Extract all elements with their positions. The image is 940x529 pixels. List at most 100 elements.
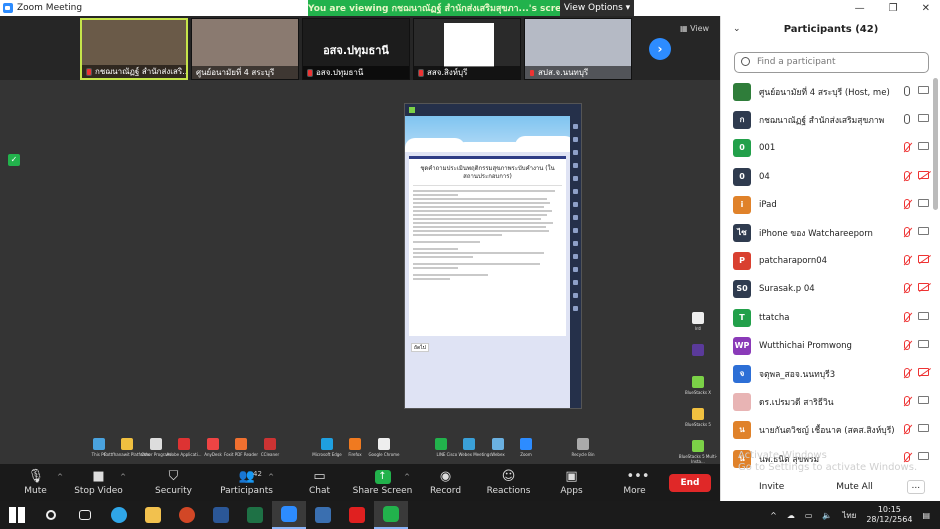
- invite-button[interactable]: Invite: [759, 482, 784, 492]
- muted-mic-icon[interactable]: [904, 367, 910, 378]
- chat-button[interactable]: ▭ Chat: [288, 469, 351, 496]
- taskbar-word[interactable]: [204, 501, 238, 529]
- search-button[interactable]: [34, 501, 68, 529]
- taskbar-edge[interactable]: [102, 501, 136, 529]
- video-thumbnail[interactable]: กชฌนาณัฏฐ์ สำนักส่งเสริ...: [80, 18, 188, 80]
- video-thumbnail[interactable]: อสจ.ปทุมธานี อสจ.ปทุมธานี: [302, 18, 410, 80]
- next-thumbnails-button[interactable]: ›: [649, 38, 671, 60]
- taskbar-line[interactable]: [374, 501, 408, 529]
- video-thumbnail[interactable]: ศูนย์อนามัยที่ 4 สระบุรี: [191, 18, 299, 80]
- scrollbar[interactable]: [933, 78, 938, 210]
- video-thumbnail[interactable]: สปส.จ.นนทบุรี: [524, 18, 632, 80]
- maximize-icon[interactable]: ❐: [889, 3, 898, 14]
- microphone-icon[interactable]: [904, 114, 910, 125]
- chevron-up-icon[interactable]: ^: [120, 473, 126, 481]
- participant-row[interactable]: Ppatcharaporn04: [721, 247, 933, 275]
- video-off-icon[interactable]: [918, 283, 929, 292]
- minimize-icon[interactable]: —: [855, 3, 865, 14]
- video-off-icon[interactable]: [918, 170, 929, 179]
- muted-mic-icon[interactable]: [904, 142, 910, 153]
- language-indicator[interactable]: ไทย: [842, 509, 856, 522]
- participant-row[interactable]: S0 Surasak.p 04: [721, 275, 933, 303]
- reactions-button[interactable]: ☺ Reactions: [477, 469, 540, 496]
- stop-video-button[interactable]: ■ Stop Video ^: [67, 469, 130, 496]
- video-camera-icon[interactable]: [918, 198, 929, 207]
- cloud-icon[interactable]: ☁: [787, 511, 795, 520]
- desktop-icon[interactable]: Google Chrome: [361, 438, 407, 457]
- video-camera-icon[interactable]: [918, 114, 929, 123]
- notification-icon[interactable]: ▤: [922, 511, 930, 520]
- close-icon[interactable]: ✕: [922, 3, 930, 14]
- muted-mic-icon[interactable]: [904, 424, 910, 435]
- taskbar-app[interactable]: [306, 501, 340, 529]
- muted-mic-icon[interactable]: [904, 283, 910, 294]
- record-button[interactable]: ◉ Record: [414, 469, 477, 496]
- participant-row[interactable]: WP Wutthichai Promwong: [721, 332, 933, 360]
- participant-row[interactable]: ไซ iPhone ของ Watchareeporn: [721, 219, 933, 247]
- more-options-button[interactable]: ...: [906, 480, 925, 494]
- speaker-icon[interactable]: 🔈: [822, 511, 832, 520]
- desktop-icon[interactable]: BlueStacks X: [675, 376, 721, 395]
- taskbar-explorer[interactable]: [136, 501, 170, 529]
- muted-mic-icon[interactable]: [904, 255, 910, 266]
- desktop-icon[interactable]: Recycle Bin: [560, 438, 606, 457]
- mute-button[interactable]: 🎙 Mute ^: [4, 469, 67, 496]
- taskbar-excel[interactable]: [238, 501, 272, 529]
- participant-row[interactable]: น นายกันตวิชญ์ เชื้อนาค (สคส.สิงห์บุรี): [721, 416, 933, 444]
- muted-mic-icon[interactable]: [904, 170, 910, 181]
- video-camera-icon[interactable]: [918, 396, 929, 405]
- taskbar-acrobat[interactable]: [340, 501, 374, 529]
- participant-row[interactable]: ดร.เปรมวดี สาริธีวิน: [721, 388, 933, 416]
- clock[interactable]: 10:15 28/12/2564: [866, 505, 912, 525]
- microphone-icon[interactable]: [904, 86, 910, 96]
- video-camera-icon[interactable]: [918, 86, 929, 94]
- muted-mic-icon[interactable]: [904, 226, 910, 237]
- task-view-button[interactable]: [68, 501, 102, 529]
- video-thumbnail[interactable]: สสจ.สิงห์บุรี: [413, 18, 521, 80]
- desktop-icon[interactable]: BlueStacks 5: [675, 408, 721, 427]
- desktop-icon[interactable]: Intl: [675, 312, 721, 331]
- start-button[interactable]: [0, 501, 34, 529]
- participant-row[interactable]: จ จตุพล_สอจ.นนทบุรี3: [721, 360, 933, 388]
- share-screen-button[interactable]: ↑ Share Screen ^: [351, 469, 414, 496]
- video-off-icon[interactable]: [918, 367, 929, 376]
- participant-row[interactable]: ก กชฌนาณัฏฐ์ สำนักส่งเสริมสุขภาพ: [721, 106, 933, 134]
- video-camera-icon[interactable]: [918, 226, 929, 235]
- video-camera-icon[interactable]: [918, 339, 929, 348]
- view-options-button[interactable]: View Options ▾: [560, 0, 634, 16]
- participant-row[interactable]: ศูนย์อนามัยที่ 4 สระบุรี (Host, me): [721, 78, 933, 106]
- video-camera-icon[interactable]: [918, 452, 929, 461]
- participant-row[interactable]: 0 001: [721, 134, 933, 162]
- chevron-up-icon[interactable]: ^: [404, 473, 410, 481]
- muted-mic-icon[interactable]: [904, 198, 910, 209]
- security-button[interactable]: ⛉ Security: [142, 469, 205, 496]
- muted-mic-icon[interactable]: [904, 311, 910, 322]
- participant-row[interactable]: i iPad: [721, 191, 933, 219]
- search-input[interactable]: Find a participant: [734, 52, 929, 73]
- mute-all-button[interactable]: Mute All: [836, 482, 873, 492]
- next-button[interactable]: ถัดไป: [411, 343, 429, 352]
- network-icon[interactable]: ▭: [805, 511, 813, 520]
- chevron-up-icon[interactable]: ^: [57, 473, 63, 481]
- desktop-icon[interactable]: CCleaner: [247, 438, 293, 457]
- participant-row[interactable]: Tttatcha: [721, 304, 933, 332]
- apps-button[interactable]: ▣ Apps: [540, 469, 603, 496]
- chevron-up-icon[interactable]: ^: [268, 473, 274, 481]
- desktop-icon[interactable]: [675, 344, 721, 358]
- more-button[interactable]: ••• More: [603, 469, 666, 496]
- muted-mic-icon[interactable]: [904, 339, 910, 350]
- taskbar-powerpoint[interactable]: [170, 501, 204, 529]
- chevron-up-icon[interactable]: ^: [770, 511, 777, 520]
- participants-button[interactable]: 👥 42 Participants ^: [215, 469, 278, 496]
- view-button[interactable]: ▦ View: [680, 24, 709, 33]
- video-camera-icon[interactable]: [918, 142, 929, 151]
- desktop-icon[interactable]: BlueStacks 5 Multi-Insta...: [675, 440, 721, 464]
- desktop-icon[interactable]: Zoom: [503, 438, 549, 457]
- video-camera-icon[interactable]: [918, 424, 929, 433]
- taskbar-zoom[interactable]: [272, 501, 306, 529]
- video-camera-icon[interactable]: [918, 311, 929, 320]
- participant-row[interactable]: 0 04: [721, 163, 933, 191]
- end-meeting-button[interactable]: End: [669, 474, 711, 492]
- video-off-icon[interactable]: [918, 255, 929, 264]
- muted-mic-icon[interactable]: [904, 396, 910, 407]
